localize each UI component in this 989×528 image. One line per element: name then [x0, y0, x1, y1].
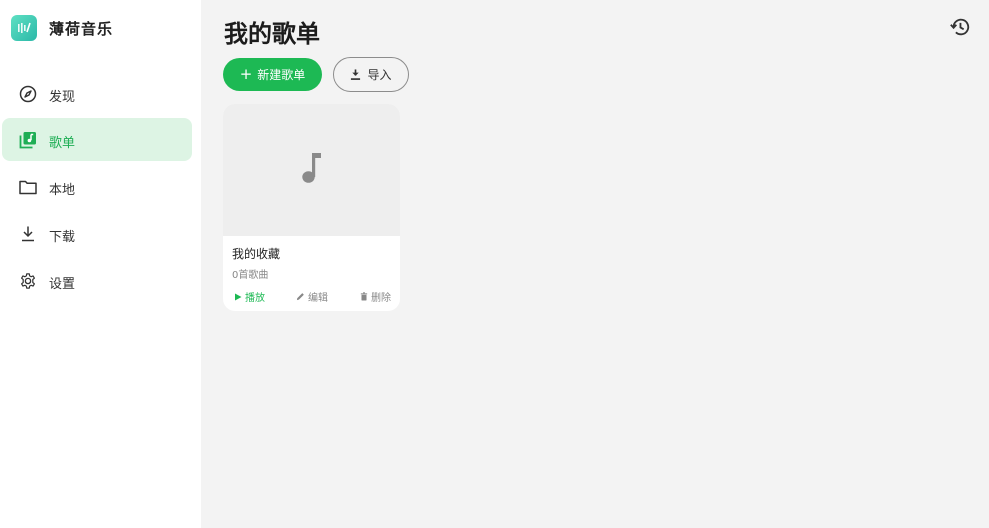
play-label: 播放 — [245, 293, 265, 304]
page-title: 我的歌单 — [224, 20, 320, 48]
music-note-icon — [301, 152, 323, 188]
sidebar-item-label: 下载 — [49, 230, 76, 245]
history-icon[interactable] — [949, 16, 971, 38]
delete-button[interactable]: 删除 — [360, 289, 391, 304]
sidebar: 薄荷音乐 发现 歌单 本地 下载 设置 — [0, 0, 201, 528]
app-window: 薄荷音乐 发现 歌单 本地 下载 设置 我的歌单 + 新建歌单 导入 我的收藏 … — [0, 0, 989, 528]
playlist-card[interactable]: 我的收藏 0首歌曲 播放 编辑 删除 — [223, 104, 400, 311]
mint-logo-icon — [11, 15, 37, 41]
playlist-song-count: 0首歌曲 — [232, 270, 269, 281]
playlist-icon — [18, 130, 37, 149]
edit-label: 编辑 — [308, 293, 328, 304]
sidebar-item-local[interactable]: 本地 — [2, 165, 192, 208]
brand: 薄荷音乐 — [11, 15, 113, 41]
playlist-actions: 播放 编辑 删除 — [223, 289, 400, 305]
sidebar-item-label: 歌单 — [49, 136, 76, 151]
new-playlist-button[interactable]: + 新建歌单 — [223, 58, 322, 91]
playlist-title: 我的收藏 — [232, 247, 281, 261]
sidebar-item-label: 发现 — [49, 90, 76, 105]
delete-label: 删除 — [371, 293, 391, 304]
sidebar-item-download[interactable]: 下载 — [2, 212, 192, 255]
sidebar-item-playlists[interactable]: 歌单 — [2, 118, 192, 161]
import-button[interactable]: 导入 — [333, 57, 409, 92]
play-icon — [234, 293, 242, 301]
main-content: 我的歌单 + 新建歌单 导入 我的收藏 0首歌曲 播放 编辑 删除 — [201, 0, 989, 528]
compass-icon — [18, 84, 37, 103]
sidebar-item-label: 设置 — [49, 277, 76, 292]
plus-icon: + — [239, 65, 253, 83]
edit-button[interactable]: 编辑 — [296, 289, 328, 304]
gear-icon — [18, 271, 37, 290]
play-button[interactable]: 播放 — [234, 289, 265, 304]
playlist-cover[interactable] — [223, 104, 400, 236]
trash-icon — [360, 292, 368, 301]
new-playlist-label: 新建歌单 — [257, 68, 306, 82]
sidebar-item-label: 本地 — [49, 183, 76, 198]
app-name: 薄荷音乐 — [49, 19, 114, 38]
download-icon — [18, 224, 37, 243]
pencil-icon — [296, 292, 305, 301]
sidebar-item-settings[interactable]: 设置 — [2, 259, 192, 302]
folder-icon — [18, 177, 37, 196]
import-label: 导入 — [367, 68, 392, 82]
download-icon — [350, 69, 361, 80]
sidebar-item-discover[interactable]: 发现 — [2, 72, 192, 115]
